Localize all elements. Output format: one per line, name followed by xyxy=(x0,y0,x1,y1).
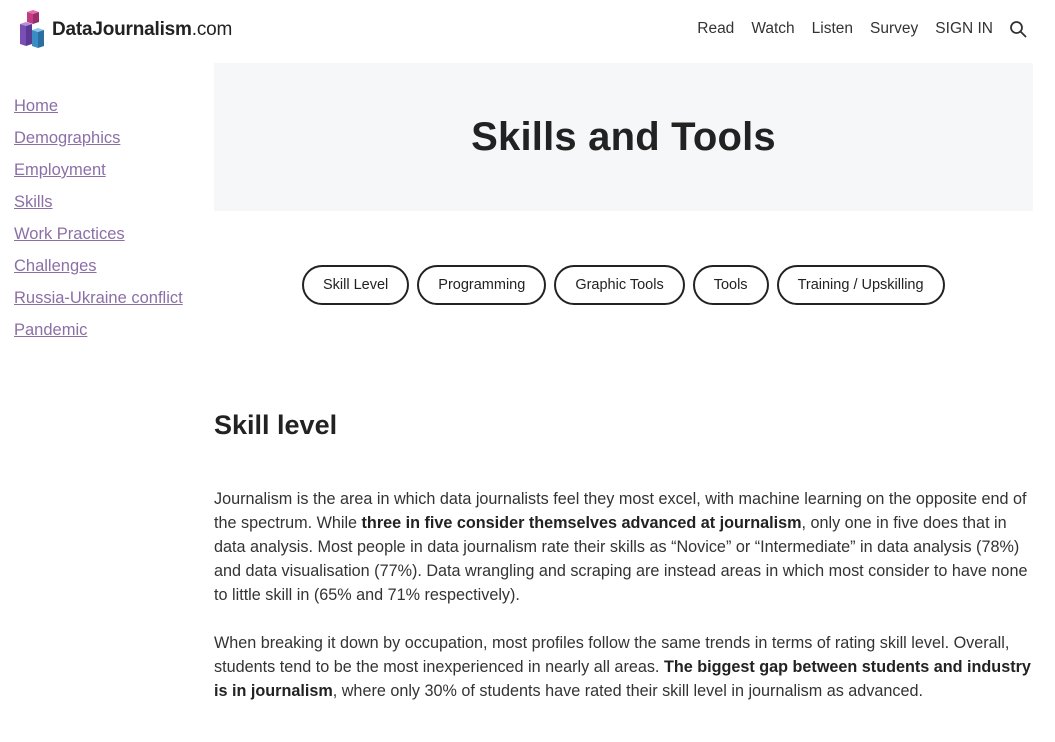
sidebar-item-russia-ukraine-conflict[interactable]: Russia-Ukraine conflict xyxy=(14,282,183,314)
tab-training-upskilling[interactable]: Training / Upskilling xyxy=(776,265,945,305)
page-title: Skills and Tools xyxy=(471,114,776,159)
tab-tools[interactable]: Tools xyxy=(692,265,769,305)
nav-listen[interactable]: Listen xyxy=(812,20,853,38)
tab-skill-level[interactable]: Skill Level xyxy=(302,265,410,305)
logo-text: DataJournalism.com xyxy=(52,19,232,41)
sidebar-item-skills[interactable]: Skills xyxy=(14,186,183,218)
p2-text-c: , where only 30% of students have rated … xyxy=(332,682,924,700)
tab-graphic-tools[interactable]: Graphic Tools xyxy=(554,265,685,305)
hero-banner: Skills and Tools xyxy=(214,63,1033,211)
sidebar-item-home[interactable]: Home xyxy=(14,90,183,122)
sidebar-nav: Home Demographics Employment Skills Work… xyxy=(14,90,183,346)
tab-programming[interactable]: Programming xyxy=(417,265,547,305)
sidebar-item-pandemic[interactable]: Pandemic xyxy=(14,314,183,346)
sidebar-item-employment[interactable]: Employment xyxy=(14,154,183,186)
body-paragraph-2: When breaking it down by occupation, mos… xyxy=(214,631,1036,703)
body-paragraph-1: Journalism is the area in which data jou… xyxy=(214,487,1036,607)
main-nav: Read Watch Listen Survey SIGN IN xyxy=(680,20,1027,38)
search-icon[interactable] xyxy=(1009,20,1027,38)
logo-brand-bold: DataJournalism xyxy=(52,19,192,40)
nav-sign-in[interactable]: SIGN IN xyxy=(935,20,993,38)
p1-emphasis: three in five consider themselves advanc… xyxy=(361,514,802,532)
sidebar-item-challenges[interactable]: Challenges xyxy=(14,250,183,282)
site-logo[interactable]: DataJournalism.com xyxy=(18,10,232,50)
nav-watch[interactable]: Watch xyxy=(751,20,794,38)
section-heading: Skill level xyxy=(214,410,338,440)
nav-survey[interactable]: Survey xyxy=(870,20,918,38)
section-tabs: Skill Level Programming Graphic Tools To… xyxy=(302,265,945,305)
nav-read[interactable]: Read xyxy=(697,20,734,38)
top-bar: DataJournalism.com Read Watch Listen Sur… xyxy=(0,0,1055,62)
sidebar-item-demographics[interactable]: Demographics xyxy=(14,122,183,154)
stacked-cubes-logo-icon xyxy=(20,10,44,48)
sidebar-item-work-practices[interactable]: Work Practices xyxy=(14,218,183,250)
logo-brand-suffix: .com xyxy=(191,19,233,40)
